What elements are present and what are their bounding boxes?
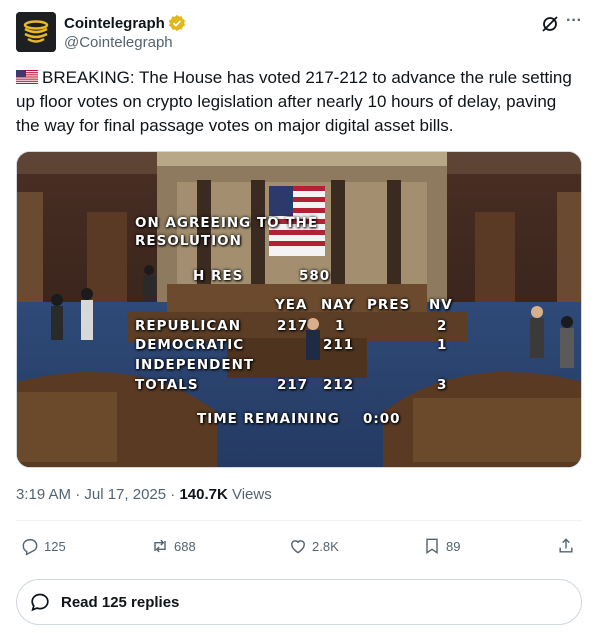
time-remaining-label: TIME REMAINING — [197, 411, 340, 427]
tweet-header: Cointelegraph @Cointelegraph ··· — [16, 12, 582, 54]
row-party: INDEPENDENT — [135, 357, 255, 373]
speech-bubble-icon — [31, 593, 49, 612]
share-button[interactable] — [556, 536, 580, 556]
reply-icon — [22, 539, 38, 556]
tweet-meta: 3:19 AM · Jul 17, 2025 · 140.7K Views — [16, 486, 272, 503]
repost-icon — [154, 539, 166, 553]
action-bar: 125 688 2.8K 89 — [16, 530, 582, 566]
reply-button[interactable]: 125 — [20, 536, 66, 556]
author-handle[interactable]: @Cointelegraph — [64, 34, 173, 51]
row-yea: 217 — [277, 318, 309, 334]
bookmark-button[interactable]: 89 — [422, 536, 460, 556]
like-count: 2.8K — [312, 538, 339, 554]
more-icon[interactable]: ··· — [566, 12, 582, 30]
row-party: DEMOCRATIC — [135, 337, 245, 353]
row-party: TOTALS — [135, 377, 199, 393]
like-button[interactable]: 2.8K — [288, 536, 339, 556]
divider — [16, 520, 582, 521]
timestamp[interactable]: 3:19 AM · Jul 17, 2025 · — [16, 486, 179, 503]
row-nv: 3 — [437, 377, 448, 393]
views-label: Views — [227, 486, 272, 503]
bookmark-count: 89 — [446, 538, 461, 554]
row-party: REPUBLICAN — [135, 318, 242, 334]
row-nv: 2 — [437, 318, 448, 334]
column-nv: NV — [429, 297, 453, 313]
vote-heading-line1: ON AGREEING TO THE — [135, 215, 319, 231]
row-yea: 217 — [277, 377, 309, 393]
column-nay: NAY — [321, 297, 355, 313]
row-nv: 1 — [437, 337, 448, 353]
time-remaining-value: 0:00 — [363, 411, 401, 427]
row-nay: 212 — [323, 377, 355, 393]
row-nay: 211 — [323, 337, 355, 353]
verified-badge-icon — [168, 14, 185, 32]
row-nay: 1 — [335, 318, 346, 334]
tweet-media-image[interactable]: ON AGREEING TO THE RESOLUTION H RES 580 … — [16, 151, 582, 468]
like-icon — [291, 540, 305, 554]
share-icon — [559, 538, 573, 553]
repost-button[interactable]: 688 — [150, 536, 196, 556]
column-pres: PRES — [367, 297, 411, 313]
read-replies-label: Read 125 replies — [61, 593, 180, 611]
vote-heading-line2: RESOLUTION — [135, 233, 242, 249]
read-replies-button[interactable]: Read 125 replies — [16, 579, 582, 625]
measure-label: H RES — [193, 268, 244, 284]
tweet-text: BREAKING: The House has voted 217-212 to… — [16, 66, 582, 138]
avatar[interactable] — [16, 12, 56, 52]
measure-number: 580 — [299, 268, 331, 284]
views-count: 140.7K — [179, 486, 228, 503]
tweet-body: BREAKING: The House has voted 217-212 to… — [16, 68, 572, 135]
us-flag-icon — [16, 70, 38, 84]
repost-count: 688 — [174, 538, 196, 554]
reply-count: 125 — [44, 538, 66, 554]
bookmark-icon — [426, 538, 438, 554]
author-name[interactable]: Cointelegraph — [64, 15, 165, 32]
column-yea: YEA — [275, 297, 308, 313]
grok-icon[interactable] — [540, 14, 560, 34]
